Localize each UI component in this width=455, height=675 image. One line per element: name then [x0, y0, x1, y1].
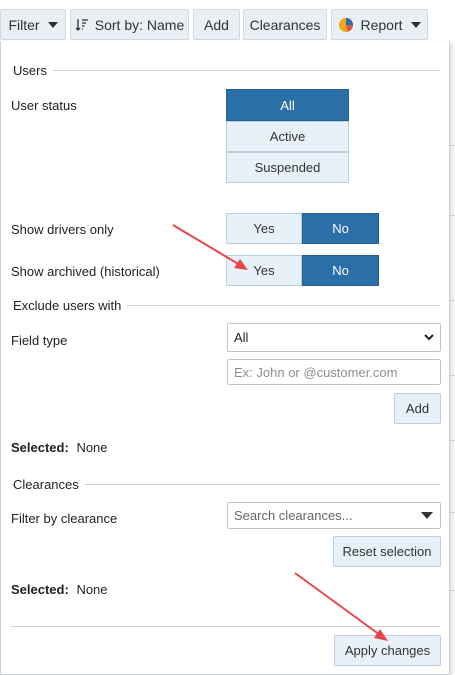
sort-icon [75, 18, 88, 31]
show-drivers-label: Show drivers only [11, 222, 114, 237]
filter-by-clearance-label: Filter by clearance [11, 511, 118, 526]
exclude-value-input[interactable]: Ex: John or @customer.com [227, 359, 441, 385]
drivers-yes-button[interactable]: Yes [226, 213, 302, 244]
caret-down-icon [47, 21, 58, 28]
sort-label: Sort by: Name [94, 16, 185, 33]
chevron-down-icon [424, 334, 434, 341]
filter-dropdown-button[interactable]: Filter [0, 9, 66, 40]
filter-panel: Users User status All Active Suspended S… [0, 41, 450, 675]
exclude-add-button[interactable]: Add [394, 393, 441, 424]
footer-divider [11, 626, 440, 627]
clearances-selected: Selected: None [11, 582, 108, 597]
field-type-select[interactable]: All [227, 323, 441, 352]
users-legend: Users [13, 63, 53, 78]
toolbar: Filter Sort by: Name Add Clearances Repo… [0, 0, 455, 42]
report-label: Report [360, 16, 403, 33]
field-type-label: Field type [11, 333, 68, 348]
selected-label: Selected: [11, 582, 69, 597]
archived-no-button[interactable]: No [302, 255, 379, 286]
apply-changes-button[interactable]: Apply changes [334, 635, 441, 666]
status-option-active[interactable]: Active [226, 121, 349, 152]
user-status-label: User status [11, 98, 77, 113]
add-label: Add [204, 16, 229, 33]
status-option-suspended[interactable]: Suspended [226, 152, 349, 183]
clearances-button[interactable]: Clearances [243, 9, 327, 40]
exclude-legend: Exclude users with [13, 298, 128, 313]
selected-label: Selected: [11, 440, 69, 455]
field-type-value: All [234, 330, 249, 345]
archived-yes-button[interactable]: Yes [226, 255, 302, 286]
sort-button[interactable]: Sort by: Name [70, 9, 189, 40]
caret-down-icon [410, 21, 421, 28]
status-option-all[interactable]: All [226, 89, 349, 121]
reset-selection-button[interactable]: Reset selection [333, 536, 441, 567]
caret-down-icon [421, 512, 433, 519]
selected-value: None [76, 440, 108, 455]
drivers-no-button[interactable]: No [302, 213, 379, 244]
add-button[interactable]: Add [193, 9, 240, 40]
selected-value: None [76, 582, 108, 597]
clearances-legend: Clearances [13, 477, 85, 492]
clearance-search-select[interactable]: Search clearances... [227, 502, 441, 529]
exclude-value-placeholder: Ex: John or @customer.com [234, 364, 398, 380]
section-divider [11, 70, 440, 71]
clearance-search-placeholder: Search clearances... [234, 508, 353, 523]
report-dropdown-button[interactable]: Report [331, 9, 428, 40]
show-archived-label: Show archived (historical) [11, 264, 160, 279]
clearances-label: Clearances [249, 16, 321, 33]
exclude-selected: Selected: None [11, 440, 108, 455]
filter-label: Filter [8, 16, 40, 33]
pie-chart-icon [339, 17, 354, 32]
